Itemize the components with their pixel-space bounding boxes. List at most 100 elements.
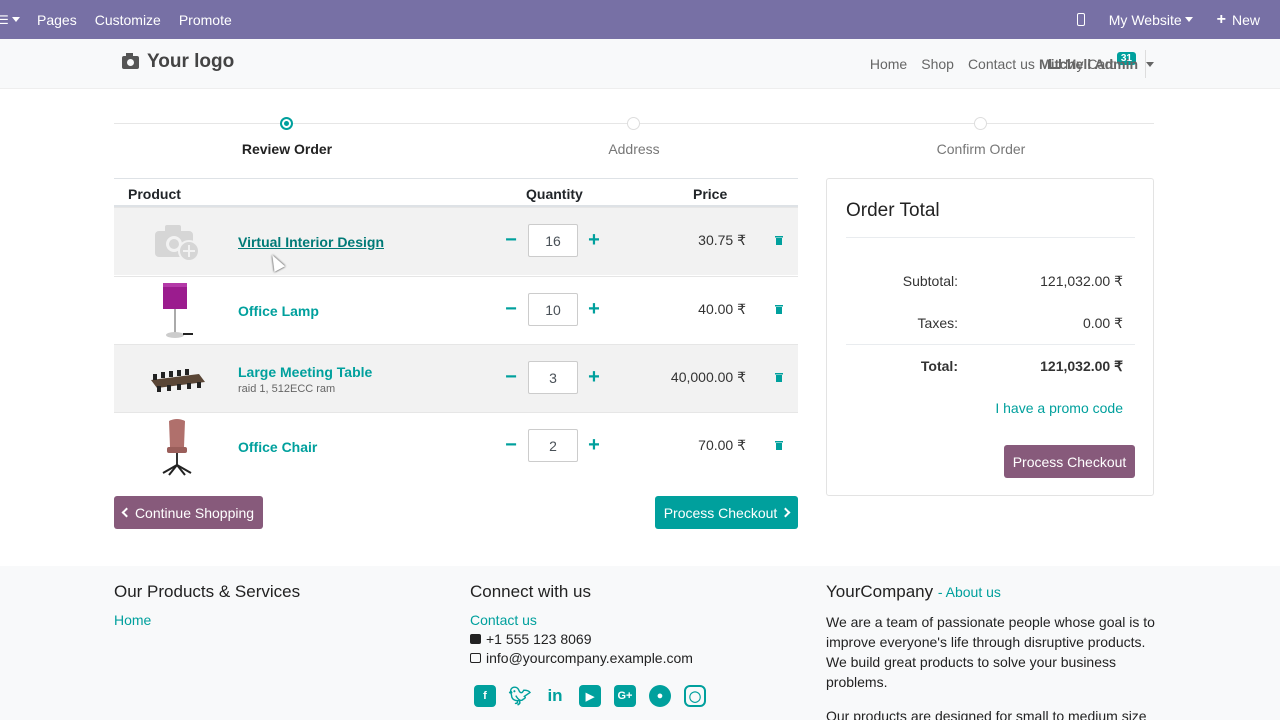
twitter-icon[interactable]: 🐦︎ [509, 685, 532, 707]
wizard-step-dot-address [627, 117, 640, 130]
table-row: Office Lamp − + 40.00 ₹ [114, 276, 798, 344]
footer: Our Products & Services Home Connect wit… [0, 566, 1280, 720]
promo-code-link[interactable]: I have a promo code [995, 400, 1123, 416]
divider [846, 237, 1135, 238]
footer-about-text: We are a team of passionate people whose… [826, 614, 1155, 690]
menu-pages[interactable]: Pages [28, 0, 86, 39]
wizard-step-confirm: Confirm Order [936, 141, 1026, 157]
trash-icon[interactable] [775, 440, 783, 450]
my-website-dropdown[interactable]: My Website [1097, 0, 1205, 39]
total-label: Total: [920, 358, 958, 374]
caret-down-icon [1184, 17, 1193, 22]
table-row: Office Chair − + 70.00 ₹ [114, 412, 798, 480]
instagram-icon[interactable]: ◯ [684, 685, 706, 707]
quantity-input[interactable] [528, 224, 578, 257]
product-link-virtual-interior-design[interactable]: Virtual Interior Design [238, 234, 384, 250]
product-link-office-lamp[interactable]: Office Lamp [238, 303, 319, 319]
trash-icon[interactable] [775, 304, 783, 314]
quantity-input[interactable] [528, 429, 578, 462]
footer-products-column: Our Products & Services Home [114, 582, 300, 628]
wizard-step-address: Address [608, 141, 660, 157]
decrease-quantity-button[interactable]: − [501, 435, 521, 455]
line-price: 70.00 ₹ [698, 437, 746, 453]
user-menu[interactable]: Mitchell Admin [1039, 39, 1155, 89]
footer-heading: YourCompany - About us [826, 582, 1001, 601]
wizard-step-dot-confirm [974, 117, 987, 130]
site-logo[interactable]: Your logo [122, 51, 234, 73]
product-link-large-meeting-table[interactable]: Large Meeting Table [238, 364, 372, 380]
envelope-icon [470, 653, 481, 663]
admin-bar: ☰ Pages Customize Promote My Website + Ne… [0, 0, 1280, 39]
process-checkout-card-button[interactable]: Process Checkout [1004, 445, 1135, 478]
nav-home[interactable]: Home [863, 56, 914, 72]
menu-promote[interactable]: Promote [170, 0, 241, 39]
footer-link-contact[interactable]: Contact us [470, 612, 537, 628]
new-button[interactable]: + New [1205, 0, 1272, 39]
cart-table-header: Product Quantity Price [114, 178, 798, 207]
facebook-icon[interactable]: f [474, 685, 496, 707]
line-price: 40.00 ₹ [698, 301, 746, 317]
trash-icon[interactable] [775, 372, 783, 382]
social-links: f 🐦︎ in ▶ G+ ● ◯ [474, 685, 719, 707]
col-product: Product [128, 186, 181, 202]
increase-quantity-button[interactable]: + [584, 367, 604, 387]
footer-connect-column: Connect with us Contact us +1 555 123 80… [470, 582, 693, 666]
decrease-quantity-button[interactable]: − [501, 230, 521, 250]
product-link-office-chair[interactable]: Office Chair [238, 439, 317, 455]
site-header: Your logo Home Shop Contact us My Cart 31… [0, 39, 1280, 89]
plus-icon: + [1216, 10, 1226, 28]
increase-quantity-button[interactable]: + [584, 435, 604, 455]
footer-heading: Connect with us [470, 582, 591, 601]
line-price: 30.75 ₹ [698, 232, 746, 248]
decrease-quantity-button[interactable]: − [501, 299, 521, 319]
footer-phone: +1 555 123 8069 [470, 631, 693, 647]
increase-quantity-button[interactable]: + [584, 230, 604, 250]
increase-quantity-button[interactable]: + [584, 299, 604, 319]
divider [846, 344, 1135, 345]
table-row: Large Meeting Table raid 1, 512ECC ram −… [114, 344, 798, 412]
subtotal-label: Subtotal: [902, 273, 958, 289]
github-icon[interactable]: ● [649, 685, 671, 707]
caret-down-icon [1146, 61, 1155, 67]
taxes-label: Taxes: [917, 315, 958, 331]
nav-shop[interactable]: Shop [914, 56, 961, 72]
menu-customize[interactable]: Customize [86, 0, 170, 39]
camera-icon [122, 52, 139, 69]
trash-icon[interactable] [775, 235, 783, 245]
phone-icon [470, 634, 481, 644]
col-quantity: Quantity [526, 186, 583, 202]
placeholder-camera-icon [144, 212, 210, 272]
process-checkout-button[interactable]: Process Checkout [655, 496, 798, 529]
footer-link-about[interactable]: - About us [938, 584, 1001, 600]
footer-heading: Our Products & Services [114, 582, 301, 601]
apps-menu-icon[interactable]: ☰ [0, 0, 28, 39]
google-plus-icon[interactable]: G+ [614, 685, 636, 707]
order-total-card: Order Total Subtotal: 121,032.00 ₹ Taxes… [826, 178, 1154, 496]
footer-company-column: YourCompany - About us We are a team of … [826, 582, 1156, 720]
chevron-right-icon [780, 507, 791, 518]
nav-contact[interactable]: Contact us [961, 56, 1042, 72]
chevron-left-icon [121, 507, 132, 518]
table-image [144, 349, 210, 409]
col-price: Price [693, 186, 728, 202]
product-description: raid 1, 512ECC ram [238, 383, 336, 395]
decrease-quantity-button[interactable]: − [501, 367, 521, 387]
youtube-icon[interactable]: ▶ [579, 685, 601, 707]
footer-link-home[interactable]: Home [114, 612, 151, 628]
chair-image [144, 417, 210, 477]
total-value: 121,032.00 ₹ [1040, 358, 1123, 374]
lamp-image [144, 281, 210, 341]
wizard-step-review: Review Order [241, 141, 333, 157]
quantity-input[interactable] [528, 293, 578, 326]
mobile-icon [1076, 13, 1085, 26]
wizard-step-dot-review [280, 117, 293, 130]
quantity-input[interactable] [528, 361, 578, 394]
table-row: Virtual Interior Design − + 30.75 ₹ [114, 207, 798, 275]
mobile-preview-button[interactable] [1065, 0, 1097, 39]
subtotal-value: 121,032.00 ₹ [1040, 273, 1123, 289]
footer-email: info@yourcompany.example.com [470, 650, 693, 666]
order-total-title: Order Total [846, 200, 940, 221]
continue-shopping-button[interactable]: Continue Shopping [114, 496, 263, 529]
footer-about-text-2: Our products are designed for small to m… [826, 708, 1147, 720]
linkedin-icon[interactable]: in [544, 685, 566, 707]
